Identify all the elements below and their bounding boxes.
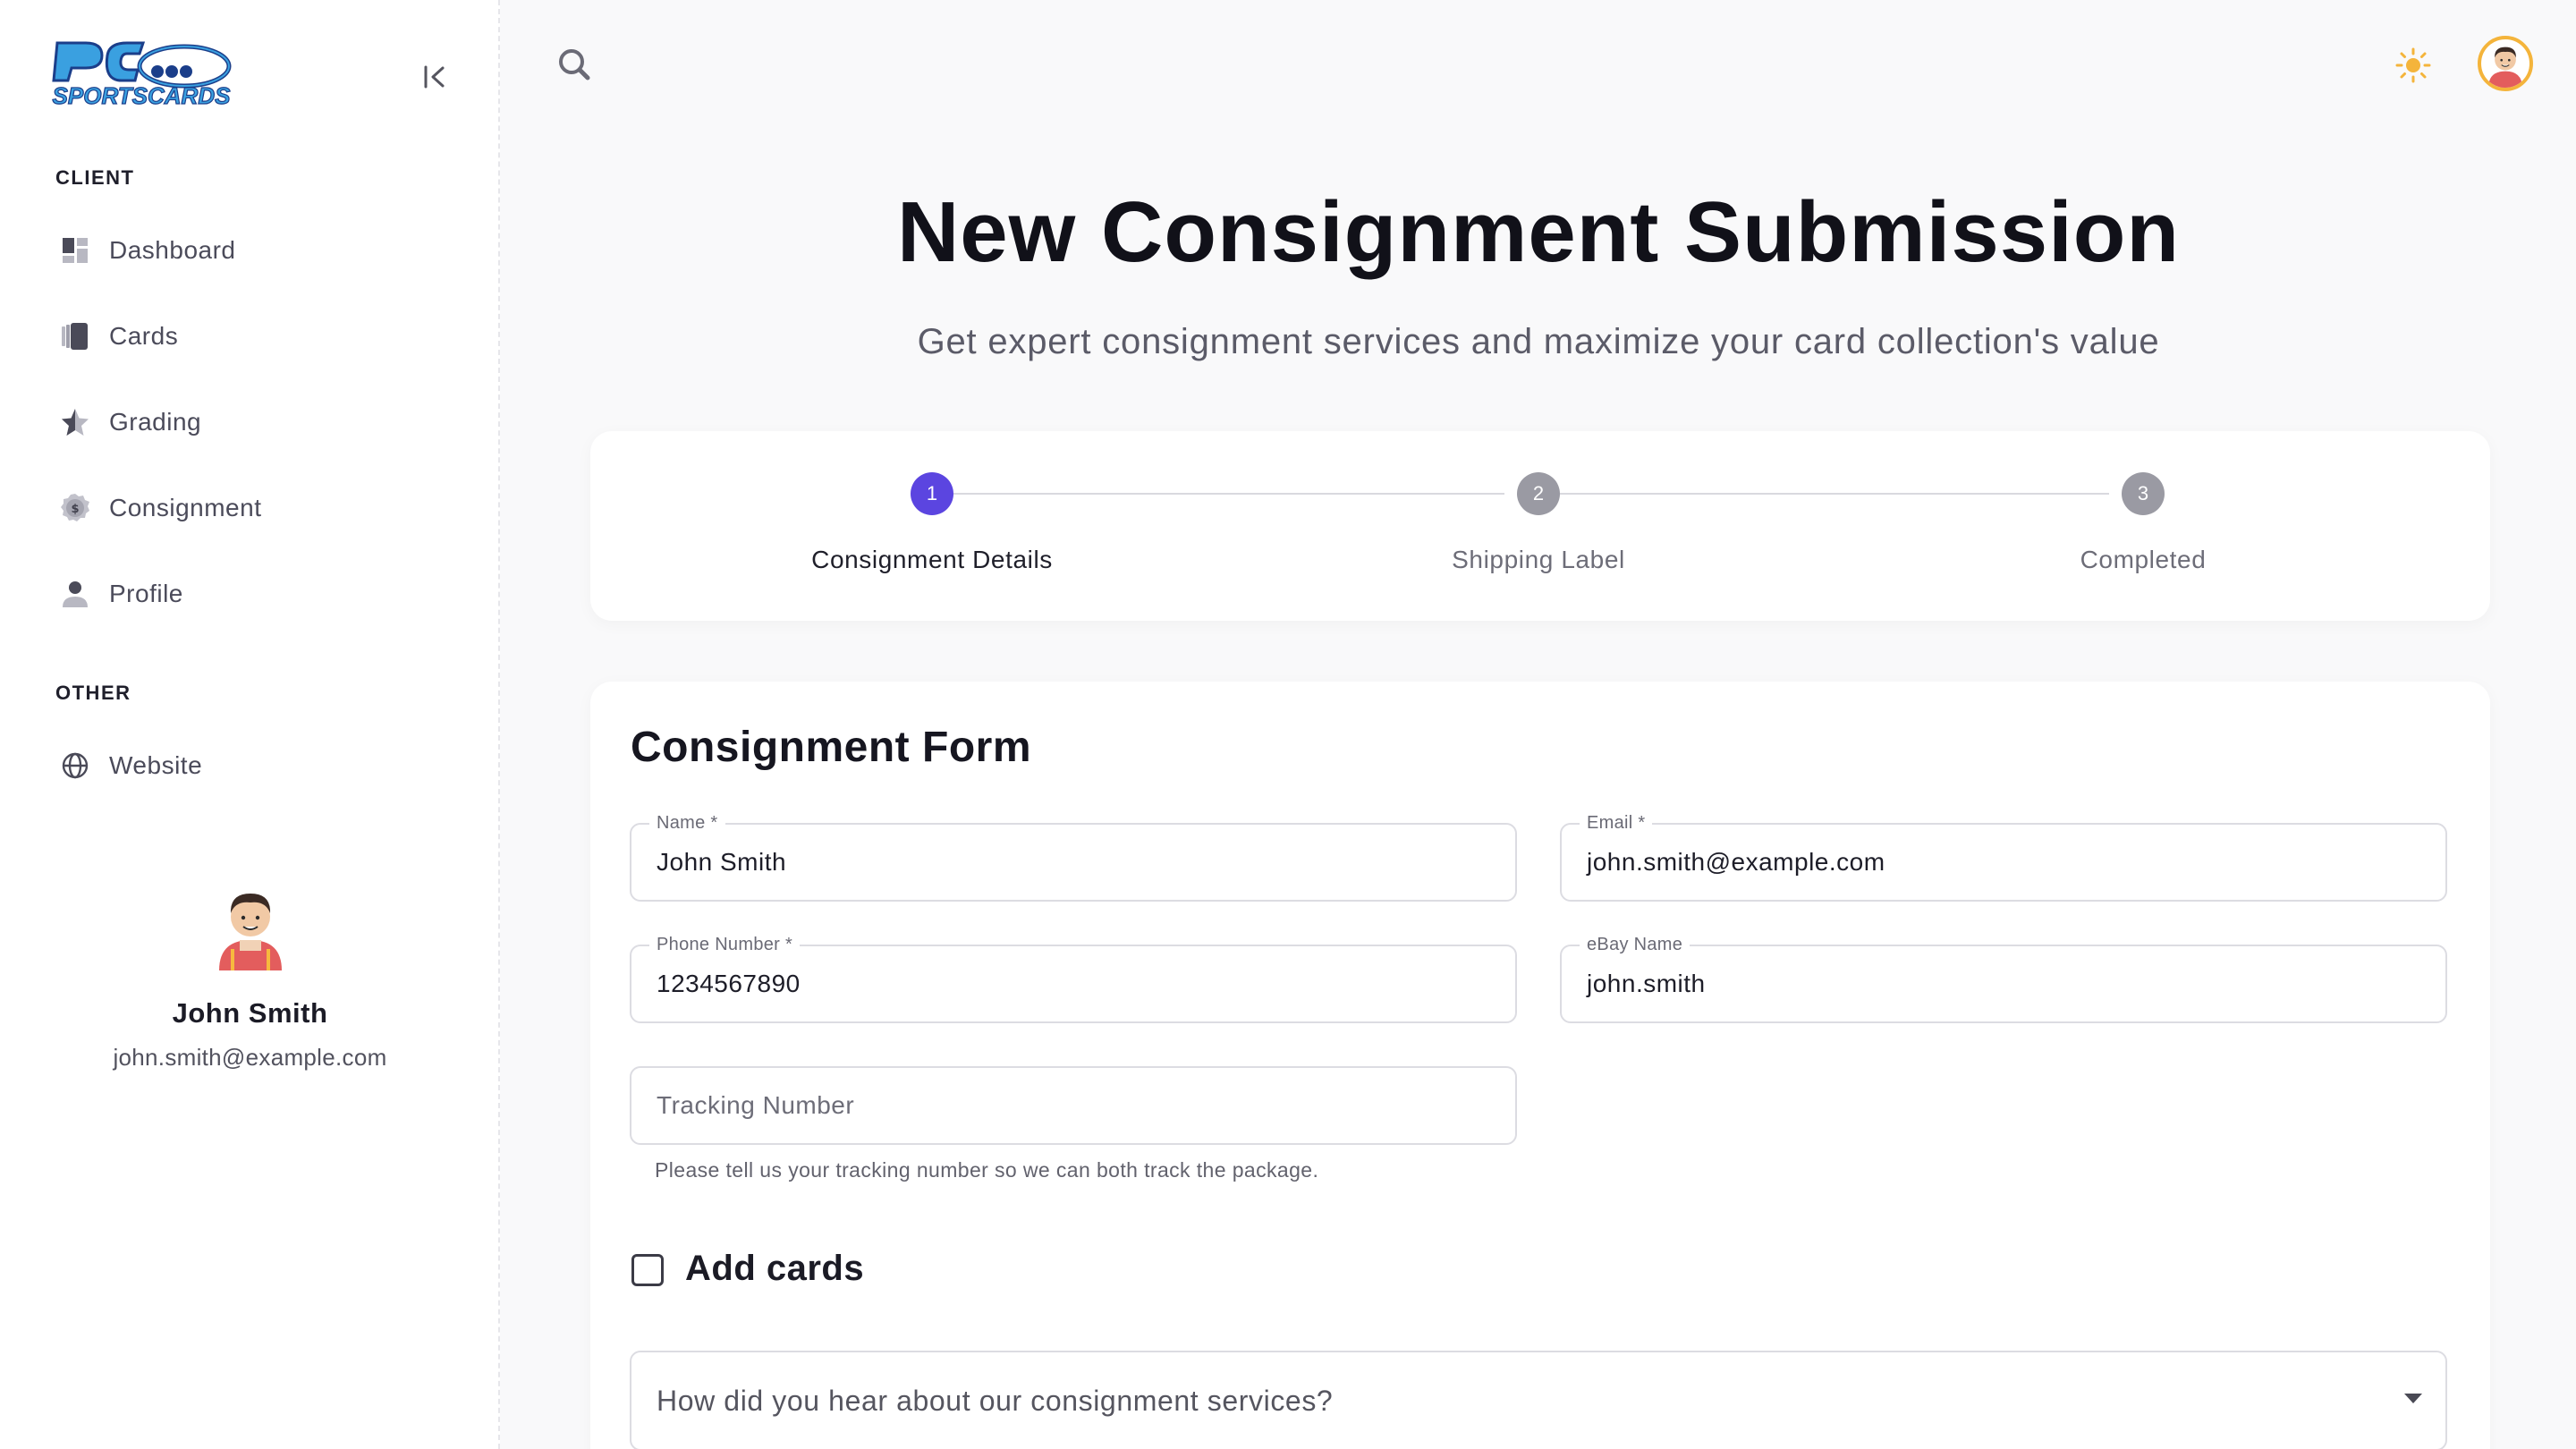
add-cards-checkbox[interactable] (631, 1254, 664, 1286)
cards-icon (57, 318, 93, 354)
svg-text:SPORTSCARDS: SPORTSCARDS (53, 82, 232, 109)
phone-number-field[interactable]: Phone Number * 1234567890 (630, 935, 1517, 1023)
referral-source-select[interactable]: How did you hear about our consignment s… (630, 1351, 2447, 1449)
sidebar-item-label: Profile (109, 580, 183, 607)
collapse-sidebar-button[interactable] (417, 61, 453, 93)
search-icon (559, 49, 590, 80)
sidebar-item-website[interactable]: Website (47, 737, 458, 794)
referral-source-placeholder: How did you hear about our consignment s… (657, 1385, 1334, 1417)
dropdown-arrow-icon (2404, 1394, 2422, 1403)
sidebar-user-card: John Smith john.smith@example.com (0, 881, 500, 1072)
grading-star-icon (57, 404, 93, 440)
step-3-indicator: 3 (2122, 472, 2165, 515)
user-avatar-button[interactable] (2478, 36, 2533, 91)
name-field[interactable]: Name * John Smith (630, 813, 1517, 902)
step-2-label: Shipping Label (1452, 546, 1625, 573)
sidebar-item-profile[interactable]: Profile (47, 565, 458, 623)
sidebar-item-cards[interactable]: Cards (47, 308, 458, 365)
sidebar: SPORTSCARDS CLIENT Dashboard Cards Gradi… (0, 0, 500, 1449)
dashboard-icon (57, 233, 93, 268)
sidebar-item-consignment[interactable]: $ Consignment (47, 479, 458, 537)
stepper-connector (953, 493, 1504, 495)
svg-text:$: $ (71, 503, 79, 516)
form-title: Consignment Form (631, 724, 1031, 771)
app-root: SPORTSCARDS CLIENT Dashboard Cards Gradi… (0, 0, 2576, 1449)
tracking-number-placeholder: Tracking Number (657, 1091, 855, 1119)
sidebar-item-label: Cards (109, 322, 179, 350)
page-title: New Consignment Submission (896, 184, 2181, 280)
name-field-value: John Smith (657, 848, 787, 876)
sidebar-item-grading[interactable]: Grading (47, 394, 458, 451)
step-1-label: Consignment Details (811, 546, 1053, 573)
ebay-name-field[interactable]: eBay Name john.smith (1560, 935, 2447, 1023)
step-3-label: Completed (2080, 546, 2207, 573)
email-field-value: john.smith@example.com (1587, 848, 1885, 876)
globe-icon (57, 748, 93, 784)
phone-number-field-value: 1234567890 (657, 970, 801, 997)
search-button[interactable] (555, 45, 596, 86)
avatar (2488, 47, 2522, 88)
section-label-client: CLIENT (55, 166, 135, 189)
avatar (218, 894, 282, 970)
step-2-indicator: 2 (1517, 472, 1560, 515)
ebay-name-field-value: john.smith (1587, 970, 1706, 997)
stepper-card (590, 431, 2490, 621)
stepper-connector (1560, 493, 2109, 495)
profile-icon (57, 576, 93, 612)
tracking-number-field[interactable]: Tracking Number (630, 1066, 1517, 1145)
consignment-coin-icon: $ (57, 490, 93, 526)
user-email: john.smith@example.com (113, 1044, 387, 1071)
tracking-number-helper-text: Please tell us your tracking number so w… (655, 1158, 1319, 1182)
sidebar-item-dashboard[interactable]: Dashboard (47, 222, 458, 279)
sidebar-item-label: Dashboard (109, 236, 236, 264)
sidebar-item-label: Website (109, 751, 203, 779)
brand-logo[interactable]: SPORTSCARDS (50, 34, 233, 110)
section-label-other: OTHER (55, 682, 131, 704)
consignment-form-card (590, 682, 2490, 1449)
user-name: John Smith (172, 997, 328, 1029)
sun-icon (2395, 47, 2431, 83)
add-cards-label[interactable]: Add cards (685, 1249, 864, 1289)
collapse-left-icon (424, 65, 445, 89)
step-1-indicator: 1 (911, 472, 953, 515)
sidebar-item-label: Consignment (109, 494, 262, 521)
sidebar-item-label: Grading (109, 408, 202, 436)
page-subtitle: Get expert consignment services and maxi… (917, 322, 2160, 361)
theme-toggle-button[interactable] (2393, 45, 2434, 86)
email-field[interactable]: Email * john.smith@example.com (1560, 813, 2447, 902)
